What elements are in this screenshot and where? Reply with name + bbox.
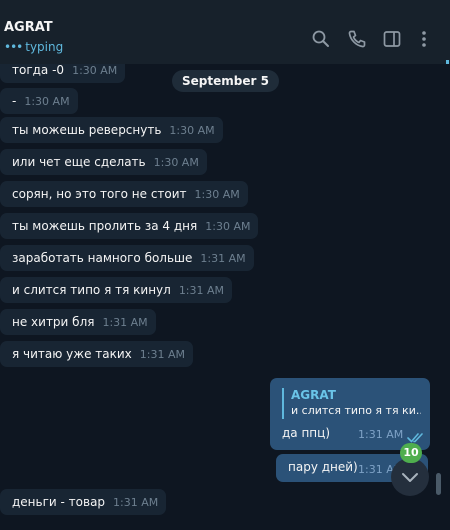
message-time: 1:31 AM <box>200 252 246 265</box>
message-time: 1:30 AM <box>205 220 251 233</box>
message-text: да ппц) <box>282 426 331 440</box>
typing-dots: ••• <box>4 40 23 54</box>
window-top-strip <box>0 0 450 14</box>
message-in[interactable]: ты можешь реверснуть 1:30 AM <box>0 117 223 143</box>
message-list[interactable]: тогда -0 1:30 AM September 5 -1:30 AM ты … <box>0 64 450 530</box>
reply-quote[interactable]: AGRAT и слится типо я тя ки... <box>282 388 421 419</box>
typing-status: ••• typing <box>4 40 63 54</box>
chevron-down-icon <box>402 473 418 482</box>
message-in[interactable]: тогда -0 1:30 AM <box>0 64 126 83</box>
message-text: пару дней) <box>288 460 358 474</box>
unread-badge: 10 <box>400 443 422 463</box>
message-in[interactable]: или чет еще сделать 1:30 AM <box>0 149 207 175</box>
typing-label: typing <box>25 40 64 54</box>
scrollbar-thumb[interactable] <box>436 473 441 495</box>
message-in[interactable]: и слится типо я тя кинул 1:31 AM <box>0 277 233 303</box>
message-time: 1:30 AM <box>169 124 215 137</box>
message-out-reply[interactable]: AGRAT и слится типо я тя ки... да ппц) 1… <box>270 378 430 450</box>
search-icon[interactable] <box>311 29 331 49</box>
message-in[interactable]: -1:30 AM <box>0 88 78 114</box>
sidebar-toggle-icon[interactable] <box>382 29 402 49</box>
message-text: ты можешь пролить за 4 дня <box>12 219 198 233</box>
message-text: и слится типо я тя кинул <box>12 283 171 297</box>
scroll-down-button[interactable] <box>391 458 429 496</box>
message-text: сорян, но это того не стоит <box>12 187 187 201</box>
message-time: 1:31 AM <box>102 316 148 329</box>
message-in[interactable]: не хитри бля 1:31 AM <box>0 309 156 335</box>
message-time: 1:31 AM <box>178 284 225 297</box>
message-time: 1:30 AM <box>72 64 118 77</box>
message-text: или чет еще сделать <box>12 155 146 169</box>
reply-author: AGRAT <box>291 388 336 402</box>
reply-quote-text: и слится типо я тя ки... <box>291 404 421 417</box>
message-text: - <box>12 94 17 108</box>
message-in[interactable]: ты можешь пролить за 4 дня 1:30 AM <box>0 213 259 239</box>
chat-header: AGRAT ••• typing <box>0 14 450 65</box>
message-text: ты можешь реверснуть <box>12 123 162 137</box>
message-time: 1:30 AM <box>24 95 70 108</box>
message-in[interactable]: заработать намного больше 1:31 AM <box>0 245 254 271</box>
message-time: 1:31 AM <box>139 348 186 361</box>
message-text: тогда -0 <box>12 64 65 77</box>
message-text: я читаю уже таких <box>12 347 132 361</box>
chat-title[interactable]: AGRAT <box>4 20 53 35</box>
message-time: 1:31 AM <box>358 428 404 441</box>
more-vert-icon[interactable] <box>414 29 434 49</box>
message-time: 1:30 AM <box>194 188 240 201</box>
message-text: не хитри бля <box>12 315 95 329</box>
message-in[interactable]: я читаю уже таких 1:31 AM <box>0 341 194 367</box>
message-in[interactable]: деньги - товар 1:31 AM <box>0 489 167 515</box>
message-in[interactable]: сорян, но это того не стоит 1:30 AM <box>0 181 248 207</box>
phone-icon[interactable] <box>347 29 367 49</box>
message-time: 1:31 AM <box>113 496 159 509</box>
message-text: заработать намного больше <box>12 251 193 265</box>
message-time: 1:30 AM <box>153 156 199 169</box>
message-text: деньги - товар <box>12 495 106 509</box>
date-separator: September 5 <box>172 70 279 92</box>
